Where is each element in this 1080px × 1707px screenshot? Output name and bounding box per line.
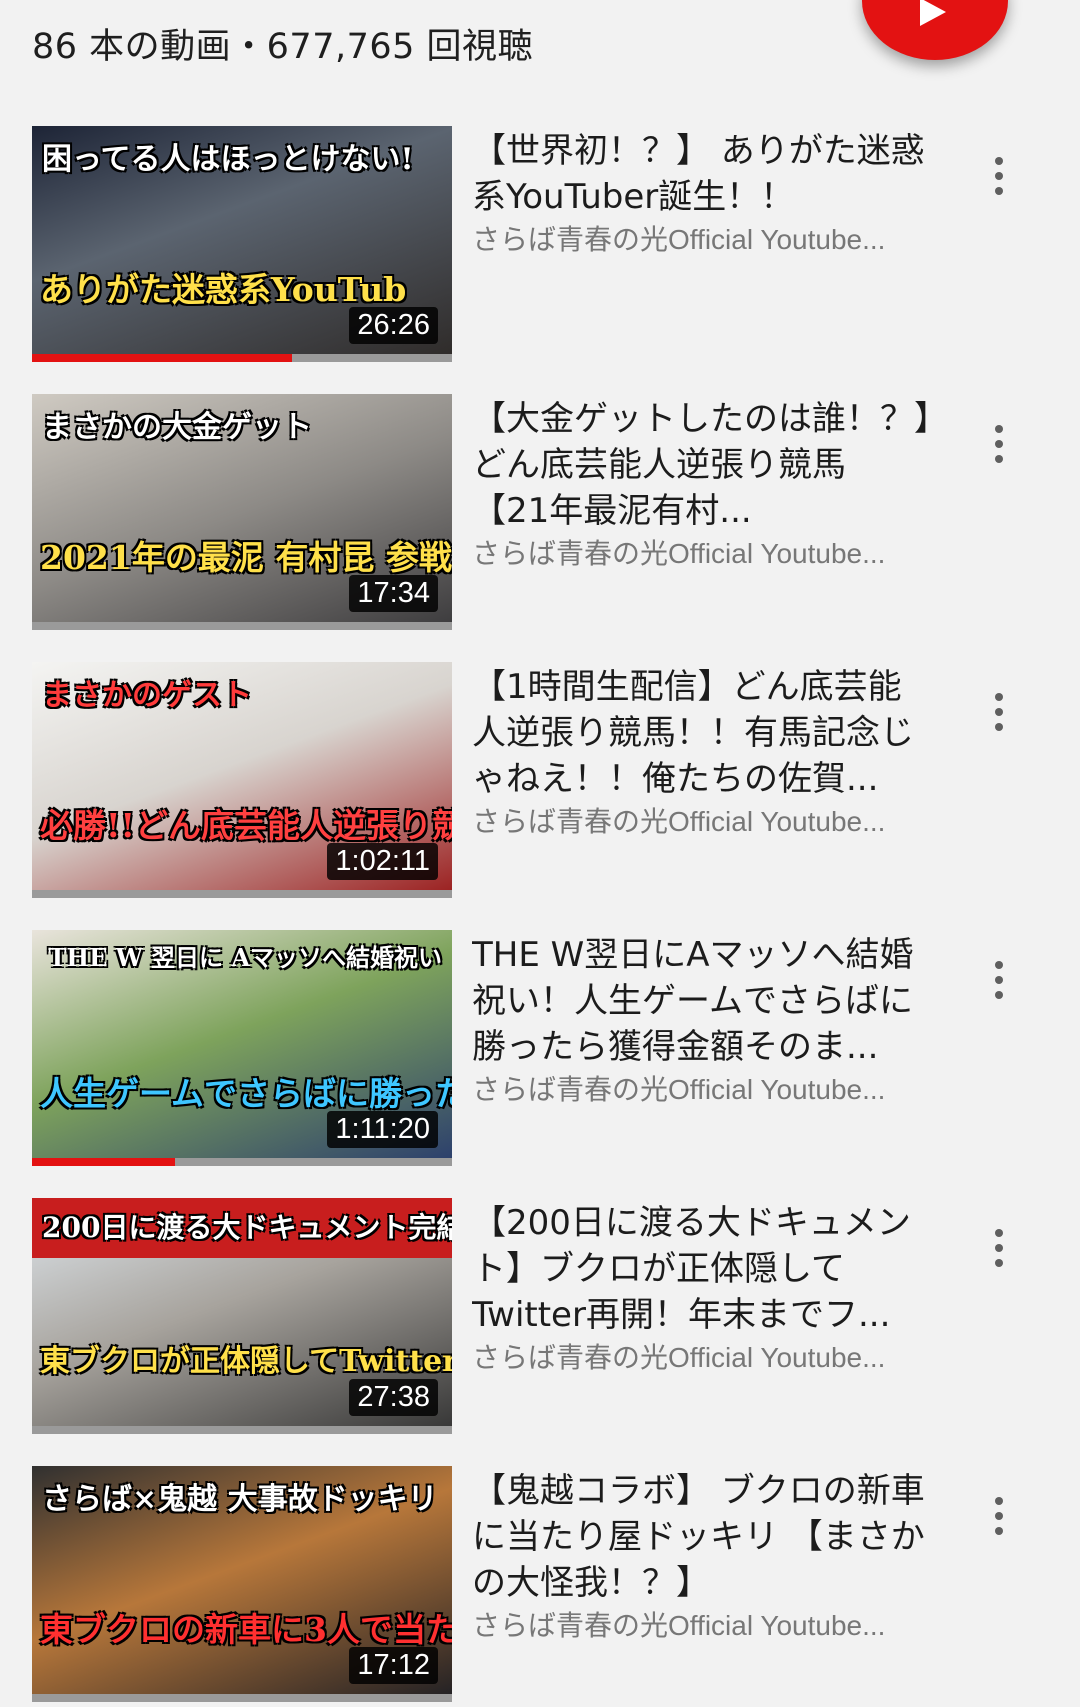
more-vert-icon[interactable] — [982, 1224, 1016, 1284]
video-duration: 26:26 — [349, 307, 438, 344]
video-duration: 17:34 — [349, 575, 438, 612]
video-list-item[interactable]: まさかの大金ゲット 2021年の最泥 有村昆 参戦 どん底芸能人逆張りで超 17… — [0, 394, 1080, 634]
video-duration: 1:02:11 — [327, 843, 438, 880]
video-title[interactable]: 【鬼越コラボ】 ブクロの新車に当たり屋ドッキリ 【まさかの大怪我！？】 — [472, 1468, 932, 1606]
watch-progress-bar — [32, 1426, 452, 1434]
more-vert-icon[interactable] — [982, 420, 1016, 480]
channel-name[interactable]: さらば青春の光Official Youtube... — [472, 1336, 932, 1376]
channel-name[interactable]: さらば青春の光Official Youtube... — [472, 800, 932, 840]
play-all-button[interactable] — [862, 0, 1008, 60]
watch-progress-bar — [32, 890, 452, 898]
video-duration: 17:12 — [349, 1647, 438, 1684]
watch-progress-bar — [32, 622, 452, 630]
thumbnail-caption-top: さらば×鬼越 大事故ドッキリ — [42, 1482, 438, 1517]
channel-name[interactable]: さらば青春の光Official Youtube... — [472, 1604, 932, 1644]
video-thumbnail[interactable]: 困ってる人はほっとけない! ありがた迷惑系YouTub 26:26 — [32, 126, 452, 362]
watch-progress-bar — [32, 354, 452, 362]
video-thumbnail[interactable]: THE W 翌日に Aマッソへ結婚祝い 人生ゲームでさらばに勝ったら 獲得金額そ… — [32, 930, 452, 1166]
video-list-item[interactable]: 困ってる人はほっとけない! ありがた迷惑系YouTub 26:26 【世界初！？… — [0, 126, 1080, 366]
video-list-item[interactable]: まさかのゲスト 必勝!!どん底芸能人逆張り競馬 12月26日19:30 1:02… — [0, 662, 1080, 902]
more-vert-icon[interactable] — [982, 688, 1016, 748]
video-list-item[interactable]: 200日に渡る大ドキュメント完結 東ブクロが正体隠してTwitter開始 年末ま… — [0, 1198, 1080, 1438]
video-title[interactable]: 【200日に渡る大ドキュメント】ブクロが正体隠してTwitter再開！年末までフ… — [472, 1200, 932, 1338]
video-list-item[interactable]: さらば×鬼越 大事故ドッキリ 東ブクロの新車に3人で当たり屋したら まさかの大怪… — [0, 1466, 1080, 1706]
watch-progress-bar — [32, 1694, 452, 1702]
video-thumbnail[interactable]: まさかの大金ゲット 2021年の最泥 有村昆 参戦 どん底芸能人逆張りで超 17… — [32, 394, 452, 630]
more-vert-icon[interactable] — [982, 1492, 1016, 1552]
channel-name[interactable]: さらば青春の光Official Youtube... — [472, 218, 932, 258]
thumbnail-caption-top: まさかの大金ゲット — [42, 410, 312, 445]
video-title[interactable]: 【世界初！？】 ありがた迷惑系YouTuber誕生！！ — [472, 128, 932, 220]
watch-progress-bar — [32, 1158, 452, 1166]
thumbnail-caption-top: 200日に渡る大ドキュメント完結 — [32, 1198, 452, 1258]
video-thumbnail[interactable]: まさかのゲスト 必勝!!どん底芸能人逆張り競馬 12月26日19:30 1:02… — [32, 662, 452, 898]
more-vert-icon[interactable] — [982, 956, 1016, 1016]
play-icon — [920, 0, 946, 26]
thumbnail-caption-top: THE W 翌日に Aマッソへ結婚祝い — [48, 943, 442, 972]
playlist-summary: 86 本の動画・677,765 回視聴 — [32, 27, 534, 67]
video-duration: 27:38 — [349, 1379, 438, 1416]
more-vert-icon[interactable] — [982, 152, 1016, 212]
video-title[interactable]: THE W翌日にAマッソへ結婚祝い！人生ゲームでさらばに勝ったら獲得金額そのま.… — [472, 932, 932, 1070]
channel-name[interactable]: さらば青春の光Official Youtube... — [472, 1068, 932, 1108]
video-title[interactable]: 【1時間生配信】どん底芸能人逆張り競馬！！有馬記念じゃねえ！！俺たちの佐賀... — [472, 664, 932, 802]
video-list-item[interactable]: THE W 翌日に Aマッソへ結婚祝い 人生ゲームでさらばに勝ったら 獲得金額そ… — [0, 930, 1080, 1170]
channel-name[interactable]: さらば青春の光Official Youtube... — [472, 532, 932, 572]
video-thumbnail[interactable]: 200日に渡る大ドキュメント完結 東ブクロが正体隠してTwitter開始 年末ま… — [32, 1198, 452, 1434]
video-duration: 1:11:20 — [327, 1111, 438, 1148]
video-thumbnail[interactable]: さらば×鬼越 大事故ドッキリ 東ブクロの新車に3人で当たり屋したら まさかの大怪… — [32, 1466, 452, 1702]
thumbnail-caption-top: 困ってる人はほっとけない! — [42, 142, 414, 177]
thumbnail-caption-top: まさかのゲスト — [42, 678, 252, 713]
video-title[interactable]: 【大金ゲットしたのは誰！？】 どん底芸能人逆張り競馬 【21年最泥有村... — [472, 396, 932, 534]
